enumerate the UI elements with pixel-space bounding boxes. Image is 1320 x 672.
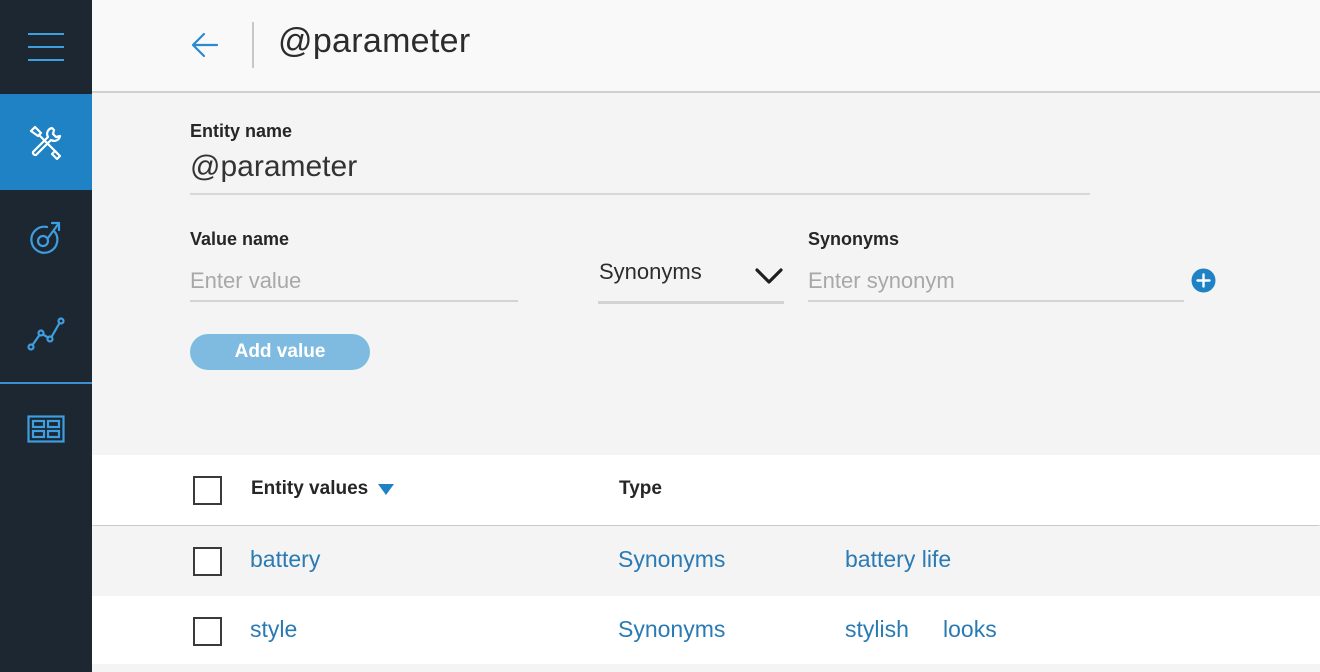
entity-value-link[interactable]: style bbox=[250, 616, 297, 643]
entity-type-link[interactable]: Synonyms bbox=[618, 546, 725, 573]
page-header: @parameter bbox=[92, 0, 1320, 93]
entity-name-label: Entity name bbox=[190, 121, 293, 141]
table-row: style Synonyms stylish looks bbox=[92, 596, 1320, 666]
page-title: @parameter bbox=[278, 22, 471, 60]
sort-descending-icon bbox=[378, 483, 395, 495]
column-header-type: Type bbox=[619, 478, 662, 499]
tools-icon bbox=[29, 125, 62, 161]
back-button[interactable] bbox=[188, 28, 222, 62]
synonym-link[interactable]: battery life bbox=[845, 546, 951, 573]
add-synonym-icon[interactable] bbox=[1191, 268, 1216, 293]
dashboard-icon bbox=[27, 415, 65, 443]
synonym-link[interactable]: looks bbox=[943, 616, 997, 643]
target-arrow-icon bbox=[30, 221, 61, 254]
table-row-partial bbox=[92, 664, 1320, 672]
entity-value-link[interactable]: battery bbox=[250, 546, 320, 573]
row-checkbox[interactable] bbox=[193, 547, 222, 576]
entity-name-underline bbox=[190, 193, 1090, 195]
select-all-checkbox[interactable] bbox=[193, 476, 222, 505]
type-dropdown[interactable]: Synonyms bbox=[598, 256, 784, 304]
table-header: Entity values Type bbox=[92, 455, 1320, 525]
synonym-link[interactable]: stylish bbox=[845, 616, 909, 643]
sidebar-item-deploy[interactable] bbox=[0, 384, 92, 474]
hamburger-menu-icon bbox=[28, 33, 64, 61]
add-value-button[interactable]: Add value bbox=[190, 334, 370, 370]
header-divider bbox=[252, 22, 254, 68]
table-row: battery Synonyms battery life bbox=[92, 526, 1320, 596]
type-dropdown-value: Synonyms bbox=[599, 259, 702, 284]
sidebar bbox=[0, 0, 92, 672]
sidebar-item-improve[interactable] bbox=[0, 190, 92, 284]
line-chart-icon bbox=[27, 317, 65, 351]
arrow-left-icon bbox=[191, 32, 219, 58]
entity-name-field[interactable]: @parameter bbox=[190, 150, 357, 184]
row-checkbox[interactable] bbox=[193, 617, 222, 646]
value-name-input[interactable] bbox=[190, 262, 518, 302]
sidebar-item-build[interactable] bbox=[0, 94, 92, 190]
sidebar-item-analytics[interactable] bbox=[0, 286, 92, 380]
value-name-label: Value name bbox=[190, 229, 290, 249]
synonyms-label: Synonyms bbox=[808, 229, 900, 249]
synonym-input[interactable] bbox=[808, 262, 1184, 302]
column-header-label: Entity values bbox=[251, 478, 369, 499]
chevron-down-icon bbox=[755, 268, 783, 284]
entity-type-link[interactable]: Synonyms bbox=[618, 616, 725, 643]
sidebar-menu-button[interactable] bbox=[0, 0, 92, 94]
column-header-entity-values[interactable]: Entity values bbox=[251, 478, 395, 500]
